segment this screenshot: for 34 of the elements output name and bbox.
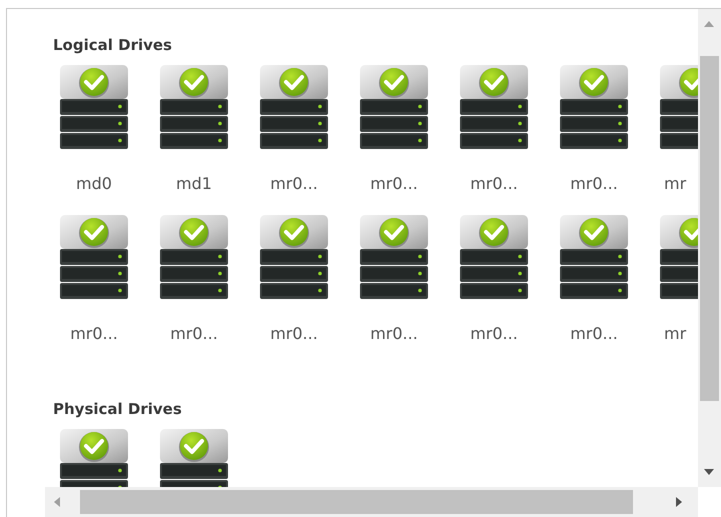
drive-label: md1 [175,174,213,194]
vertical-scrollbar[interactable] [698,9,721,487]
drive-check-icon[interactable] [560,65,628,150]
scroll-down-icon[interactable] [704,469,714,475]
drive-check-icon[interactable] [60,215,128,300]
section-heading: Physical Drives [53,399,183,420]
drive-label: mr0... [369,324,419,344]
drive-label: mr0... [469,174,519,194]
drive-label: mr0... [169,324,219,344]
drive-check-icon[interactable] [560,215,628,300]
scrollbar-thumb[interactable] [700,56,719,401]
drive-check-icon[interactable] [260,215,328,300]
drive-label: mr [663,324,688,344]
scrollbar-thumb[interactable] [80,490,633,514]
drive-label: mr0... [469,324,519,344]
drive-label: mr [663,174,688,194]
drive-check-icon[interactable] [360,65,428,150]
drive-check-icon[interactable] [160,215,228,300]
section-heading: Logical Drives [53,35,173,56]
scroll-right-icon[interactable] [676,497,682,507]
drive-label: mr0... [369,174,419,194]
drive-check-icon[interactable] [460,65,528,150]
horizontal-scrollbar[interactable] [45,487,698,517]
drive-label: md0 [75,174,113,194]
drive-check-icon[interactable] [160,65,228,150]
drive-label: mr0... [569,324,619,344]
drive-label: mr0... [269,324,319,344]
drive-label: mr0... [569,174,619,194]
drive-label: mr0... [269,174,319,194]
drive-check-icon[interactable] [60,65,128,150]
drive-check-icon[interactable] [360,215,428,300]
drive-label: mr0... [69,324,119,344]
drive-check-icon[interactable] [260,65,328,150]
drive-check-icon[interactable] [460,215,528,300]
